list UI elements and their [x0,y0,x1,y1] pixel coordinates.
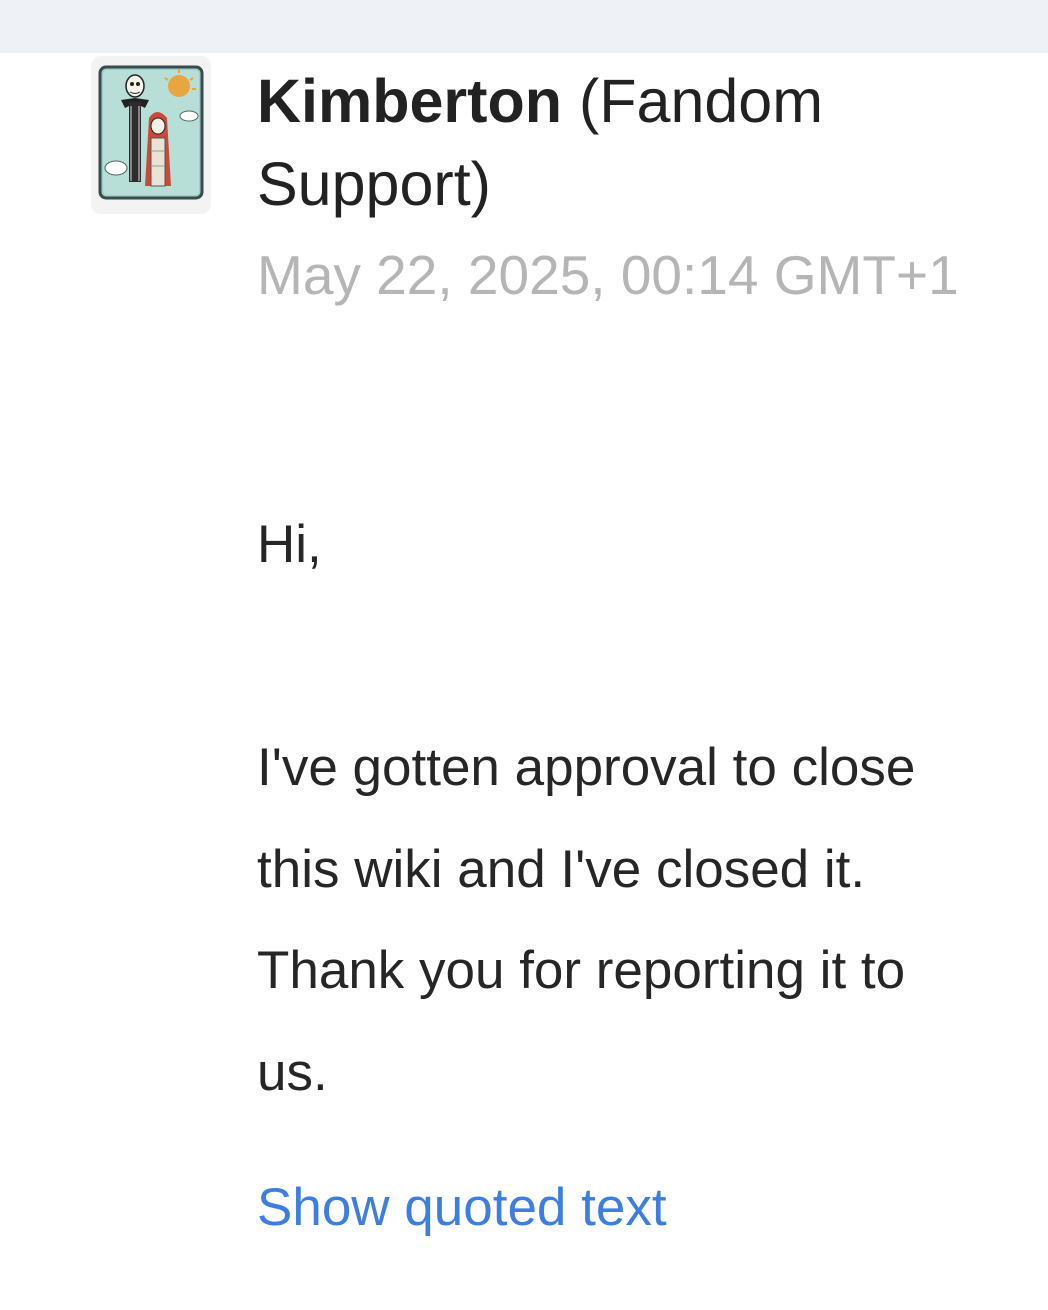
message-greeting: Hi, [257,515,322,574]
top-bar [0,0,1048,53]
message-body: I've gotten approval to close this wiki … [257,738,916,1102]
sender-name: Kimberton [257,67,562,135]
show-quoted-text-link[interactable]: Show quoted text [257,1177,667,1239]
sender-line: Kimberton (Fandom Support) [257,60,977,226]
avatar-image [91,56,211,214]
sender-avatar[interactable] [91,56,211,214]
message-timestamp: May 22, 2025, 00:14 GMT+1 [257,244,959,306]
